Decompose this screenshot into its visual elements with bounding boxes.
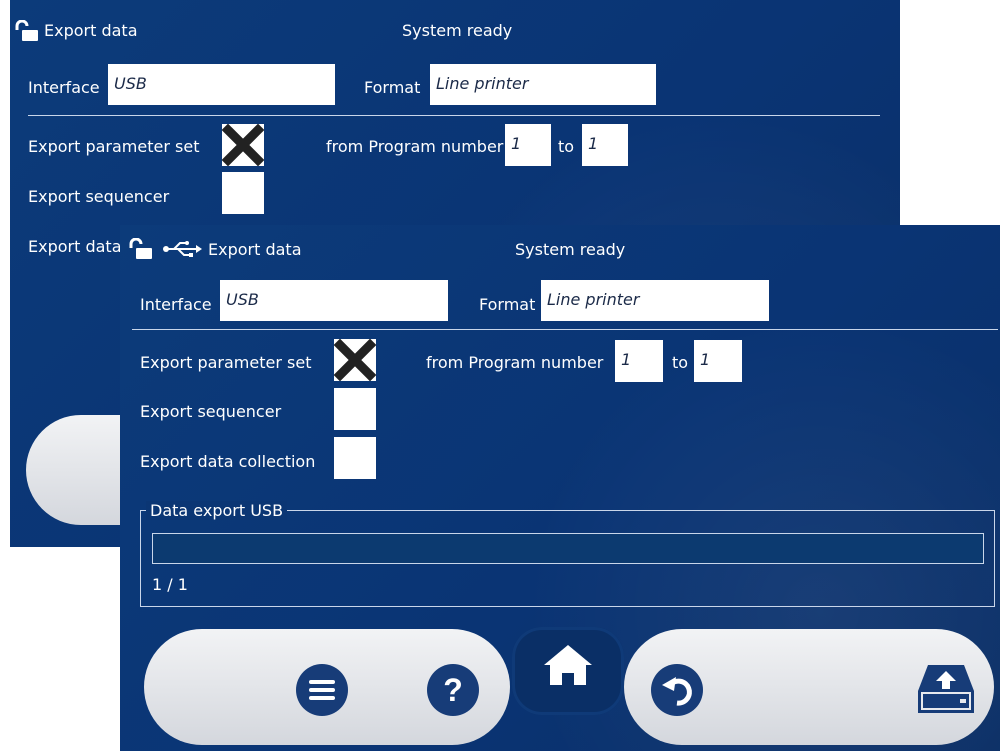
export-sequencer-label: Export sequencer <box>28 187 170 206</box>
progress-text: 1 / 1 <box>152 575 188 594</box>
home-button[interactable] <box>512 627 624 715</box>
export-parameter-set-label: Export parameter set <box>28 137 200 156</box>
to-program-field[interactable]: 1 <box>694 340 742 382</box>
export-progress-bar <box>152 533 984 564</box>
status-text: System ready <box>402 21 513 40</box>
interface-field[interactable]: USB <box>108 64 335 105</box>
export-parameter-set-checkbox[interactable] <box>333 338 377 382</box>
export-parameter-set-checkbox[interactable] <box>221 123 265 167</box>
from-program-field[interactable]: 1 <box>615 340 663 382</box>
svg-text:?: ? <box>443 672 463 708</box>
divider <box>28 115 880 116</box>
format-label: Format <box>364 78 421 97</box>
interface-field[interactable]: USB <box>220 280 448 321</box>
export-parameter-set-label: Export parameter set <box>140 353 312 372</box>
export-sequencer-label: Export sequencer <box>140 402 282 421</box>
to-label: to <box>558 137 575 156</box>
export-sequencer-checkbox[interactable] <box>222 172 264 214</box>
home-icon <box>544 645 592 685</box>
to-label: to <box>672 353 689 372</box>
format-field[interactable]: Line printer <box>541 280 769 321</box>
status-text: System ready <box>515 240 626 259</box>
interface-label: Interface <box>28 78 100 97</box>
format-label: Format <box>479 295 536 314</box>
divider <box>132 329 998 330</box>
usb-icon <box>163 241 202 257</box>
unlock-icon <box>15 20 38 41</box>
to-program-field[interactable]: 1 <box>582 124 628 166</box>
export-data-collection-checkbox[interactable] <box>334 437 376 479</box>
window-title: Export data <box>208 240 302 259</box>
from-program-label: from Program number <box>426 353 604 372</box>
front-window: Export data System ready Interface USB F… <box>120 225 1000 751</box>
unlock-icon <box>129 238 152 259</box>
x-mark-icon <box>333 338 377 382</box>
from-program-field[interactable]: 1 <box>505 124 551 166</box>
export-drive-icon[interactable] <box>916 661 976 717</box>
format-field[interactable]: Line printer <box>430 64 656 105</box>
menu-icon[interactable] <box>295 663 349 717</box>
export-data-collection-label: Export data collection <box>140 452 316 471</box>
x-mark-icon <box>221 123 265 167</box>
export-data-label: Export data <box>28 237 122 256</box>
interface-label: Interface <box>140 295 212 314</box>
help-icon[interactable]: ? <box>426 663 480 717</box>
from-program-label: from Program number <box>326 137 504 156</box>
data-export-group-title: Data export USB <box>146 501 288 520</box>
window-title: Export data <box>44 21 138 40</box>
undo-icon[interactable] <box>650 663 704 717</box>
export-sequencer-checkbox[interactable] <box>334 388 376 430</box>
